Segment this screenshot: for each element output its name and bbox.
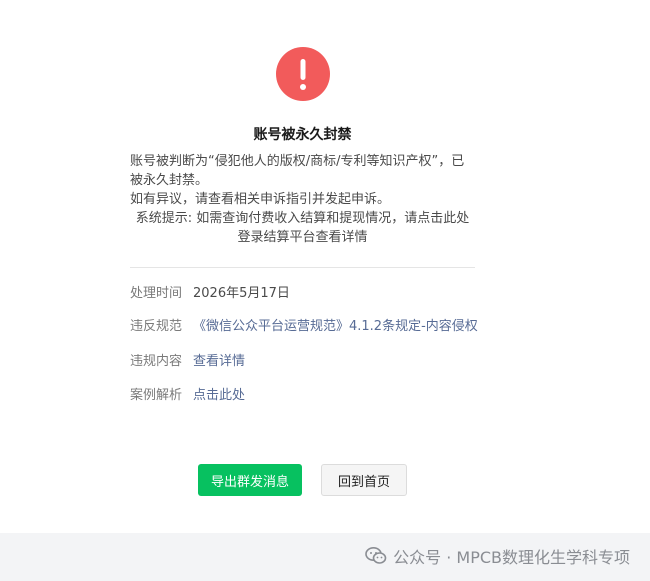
detail-label: 违反规范: [130, 319, 183, 334]
appeal-hint-text: 如有异议，请查看相关申诉指引并发起申诉。: [130, 192, 391, 207]
detail-label: 处理时间: [130, 286, 183, 301]
system-tip-text: 系统提示: 如需查询付费收入结算和提现情况，请点击此处登录结算平台查看详情: [135, 211, 470, 245]
detail-label: 违规内容: [130, 354, 183, 369]
view-details-link[interactable]: 查看详情: [193, 354, 245, 369]
detail-value: 2026年5月17日: [193, 286, 290, 301]
back-home-button[interactable]: 回到首页: [321, 464, 407, 496]
detail-row-content: 违规内容 查看详情: [130, 353, 530, 371]
violation-rule-link[interactable]: 《微信公众平台运营规范》4.1.2条规定-内容侵权: [193, 319, 478, 334]
exclamation-circle-icon: [276, 47, 330, 101]
watermark: 公众号 · MPCB数理化生学科专项: [365, 543, 630, 569]
wechat-icon: [365, 547, 387, 564]
export-messages-button[interactable]: 导出群发消息: [198, 464, 302, 496]
detail-row-time: 处理时间 2026年5月17日: [130, 285, 530, 303]
detail-row-violation: 违反规范 《微信公众平台运营规范》4.1.2条规定-内容侵权: [130, 318, 530, 336]
footer-bar: 公众号 · MPCB数理化生学科专项: [0, 533, 650, 581]
ban-description: 账号被判断为“侵犯他人的版权/商标/专利等知识产权”，已被永久封禁。 如有异议，…: [130, 152, 475, 247]
page-title: 账号被永久封禁: [253, 127, 352, 143]
ban-reason-text: 账号被判断为“侵犯他人的版权/商标/专利等知识产权”，已被永久封禁。: [130, 154, 465, 188]
detail-row-case: 案例解析 点击此处: [130, 387, 530, 405]
ban-notice-card: 账号被永久封禁 账号被判断为“侵犯他人的版权/商标/专利等知识产权”，已被永久封…: [0, 0, 650, 533]
divider: [130, 267, 475, 268]
case-analysis-link[interactable]: 点击此处: [193, 388, 245, 403]
watermark-text: 公众号 · MPCB数理化生学科专项: [393, 548, 630, 567]
detail-label: 案例解析: [130, 388, 183, 403]
